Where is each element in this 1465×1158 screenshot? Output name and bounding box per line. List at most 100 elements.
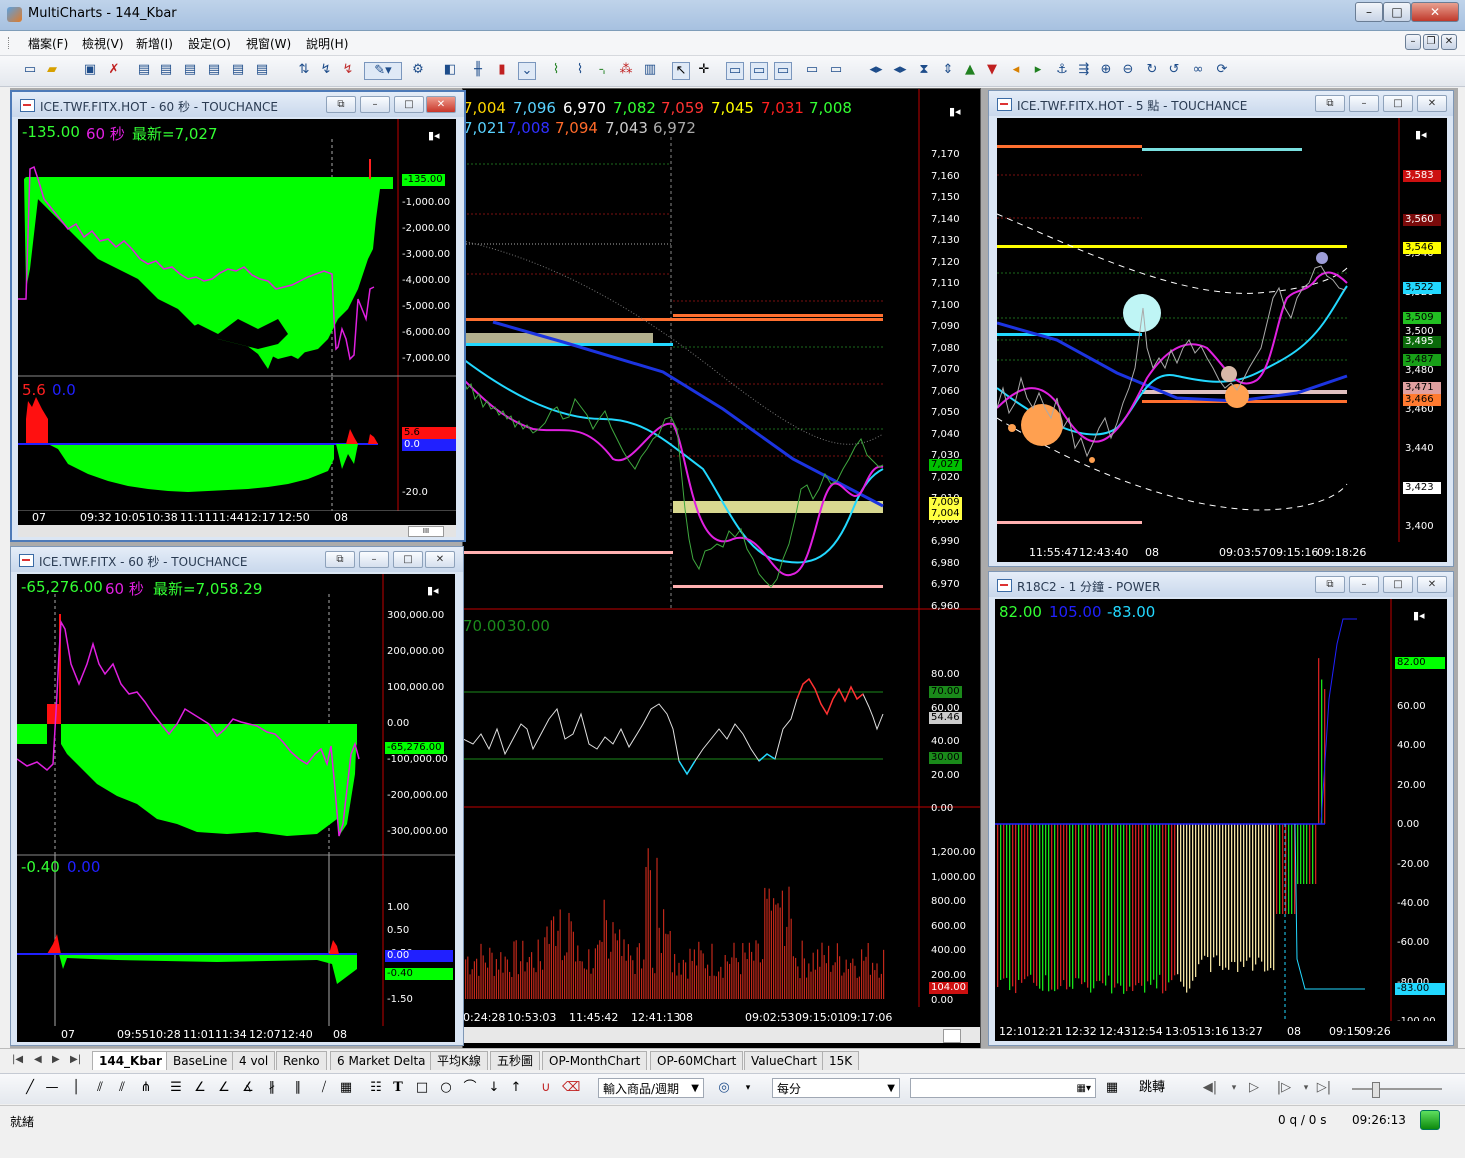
new-optionchart-icon[interactable]: ▤ [230,62,246,78]
hlc-icon[interactable]: ⌇ [548,62,564,78]
text-list-icon[interactable]: ☷ [368,1080,384,1096]
window4-maximize-button[interactable]: □ [1383,576,1413,593]
window1-close-button[interactable]: ✕ [426,96,456,113]
scroll-left-icon[interactable]: ◂▸ [868,62,884,78]
menu-file[interactable]: 檔案(F) [28,35,68,52]
symbol-settings-icon[interactable]: ⚙ [410,62,426,78]
expand-vertical-icon[interactable]: ⇕ [940,62,956,78]
window3-float-button[interactable]: ⧉ [1315,95,1345,112]
pointer-icon[interactable]: ↖ [672,62,690,80]
tile-icon[interactable]: ▭ [804,62,820,78]
maximize-button[interactable]: □ [1383,2,1411,22]
text-icon[interactable]: T [390,1080,406,1096]
compass-icon[interactable]: ◎ [716,1080,732,1096]
window2-titlebar[interactable]: ICE.TWF.FITX - 60 秒 - TOUCHANCE ⧉ – □ ✕ [11,547,463,572]
mdi-minimize-button[interactable]: – [1405,34,1421,50]
strategy-icon[interactable]: ↯ [340,62,356,78]
trendline-icon[interactable]: ╱ [22,1080,38,1096]
tab-next-icon[interactable]: ▶ [52,1054,60,1065]
insert-study-icon[interactable]: ⇅ [296,62,312,78]
triangle-icon[interactable]: ⌒ [462,1080,478,1096]
menu-insert[interactable]: 新增(I) [136,35,173,52]
step-forward-icon[interactable]: |▷ [1276,1080,1292,1096]
candlestick-icon[interactable]: ▮ [494,62,510,78]
window2-close-button[interactable]: ✕ [425,551,455,568]
andrews-pitchfork-icon[interactable]: ⋔ [138,1080,154,1096]
window1-float-button[interactable]: ⧉ [326,96,356,113]
window1-scroll-thumb[interactable]: III [408,526,444,537]
chart-settings-icon[interactable]: ◧ [442,62,458,78]
tab-4-vol[interactable]: 4 vol [232,1051,276,1070]
arrow-up-icon[interactable]: ↑ [508,1080,524,1096]
window1-scrollbar[interactable]: III [18,525,456,537]
minimize-button[interactable]: – [1355,2,1383,22]
eraser-icon[interactable]: ⌫ [562,1080,580,1096]
anchor-icon[interactable]: ⚓ [1054,62,1070,78]
mdi-restore-button[interactable]: ❐ [1423,34,1439,50]
tab-6-market-delta[interactable]: 6 Market Delta [330,1051,433,1070]
mdi-close-button[interactable]: ✕ [1441,34,1457,50]
window4-float-button[interactable]: ⧉ [1315,576,1345,593]
window3-close-button[interactable]: ✕ [1417,95,1447,112]
line-chart-icon[interactable]: ⌄ [518,62,536,80]
window1-maximize-button[interactable]: □ [394,96,424,113]
parallel-channel-icon[interactable]: ⫽ [92,1080,108,1096]
horizontal-line-icon[interactable]: — [44,1080,60,1096]
draw-tool-dropdown[interactable]: ✎▾ [364,62,402,80]
scroll-center-icon[interactable]: ◂▸ [892,62,908,78]
main-scroll-thumb[interactable] [943,1029,961,1043]
close-button[interactable]: ✕ [1411,2,1459,22]
jump-end-icon[interactable]: ▷| [1316,1080,1332,1096]
new-scanner-icon[interactable]: ▤ [158,62,174,78]
menu-settings[interactable]: 設定(O) [188,35,231,52]
hl-icon[interactable]: ⌇ [572,62,588,78]
fib-retracement-icon[interactable]: ☰ [168,1080,184,1096]
sell-arrow-icon[interactable]: ▼ [984,62,1000,78]
tab-valuechart[interactable]: ValueChart [744,1051,824,1070]
magnet-icon[interactable]: ∪ [538,1080,554,1096]
tab-op-monthchart[interactable]: OP-MonthChart [542,1051,648,1070]
new-portfolio-icon[interactable]: ▤ [206,62,222,78]
window3-scale-menu-icon[interactable]: ▮◂ [1415,128,1427,141]
gann-fan-icon[interactable]: ∠ [192,1080,208,1096]
speed-lines-icon[interactable]: ∡ [240,1080,256,1096]
cascade-icon[interactable]: ▭ [828,62,844,78]
buy-arrow-icon[interactable]: ▲ [962,62,978,78]
crosshair-icon[interactable]: ✛ [696,62,712,78]
play-icon[interactable]: ▷ [1246,1080,1262,1096]
window1-minimize-button[interactable]: – [360,96,390,113]
rectangle-icon[interactable]: □ [414,1080,430,1096]
tab-144-kbar[interactable]: 144_Kbar [92,1051,169,1070]
window4-close-button[interactable]: ✕ [1417,576,1447,593]
main-horizontal-scrollbar[interactable] [463,1027,980,1043]
zoom-in-icon[interactable]: ⊕ [1098,62,1114,78]
close-workspace-icon[interactable]: ✗ [106,62,122,78]
tab-five-second[interactable]: 五秒圖 [490,1051,541,1070]
date-input[interactable]: ▦▾ [910,1078,1096,1098]
new-dom-icon[interactable]: ▤ [182,62,198,78]
compass-dropdown-icon[interactable]: ▾ [740,1080,756,1096]
arrow-down-icon[interactable]: ↓ [486,1080,502,1096]
window3-maximize-button[interactable]: □ [1383,95,1413,112]
time-zones-icon[interactable]: ∦ [264,1080,280,1096]
tab-last-icon[interactable]: ▶| [70,1054,81,1065]
grid-icon[interactable]: ▦ [338,1080,354,1096]
window4-scale-menu-icon[interactable]: ▮◂ [1413,609,1425,622]
dot-chart-icon[interactable]: ⌍ [596,62,612,78]
renko-icon[interactable]: ▥ [642,62,658,78]
speed-slider-thumb[interactable] [1372,1082,1380,1098]
window2-scale-menu-icon[interactable]: ▮◂ [427,584,439,597]
window2-maximize-button[interactable]: □ [393,551,423,568]
format-study-icon[interactable]: ↯ [318,62,334,78]
point-figure-icon[interactable]: ⁂ [618,62,634,78]
window1-titlebar[interactable]: ICE.TWF.FITX.HOT - 60 秒 - TOUCHANCE ⧉ – … [12,92,464,117]
window2-float-button[interactable]: ⧉ [325,551,355,568]
zoom-out-icon[interactable]: ⊖ [1120,62,1136,78]
symbol-input-dropdown[interactable]: 輸入商品/週期 ▼ [598,1078,704,1098]
save-icon[interactable]: ▣ [82,62,98,78]
move-left-icon[interactable]: ◂ [1008,62,1024,78]
repeat-icon[interactable]: ↺ [1166,62,1182,78]
fib-icon[interactable]: ⫽ [114,1080,130,1096]
tab-op-60mchart[interactable]: OP-60MChart [650,1051,744,1070]
status-line-icon[interactable]: ▭ [750,62,768,80]
